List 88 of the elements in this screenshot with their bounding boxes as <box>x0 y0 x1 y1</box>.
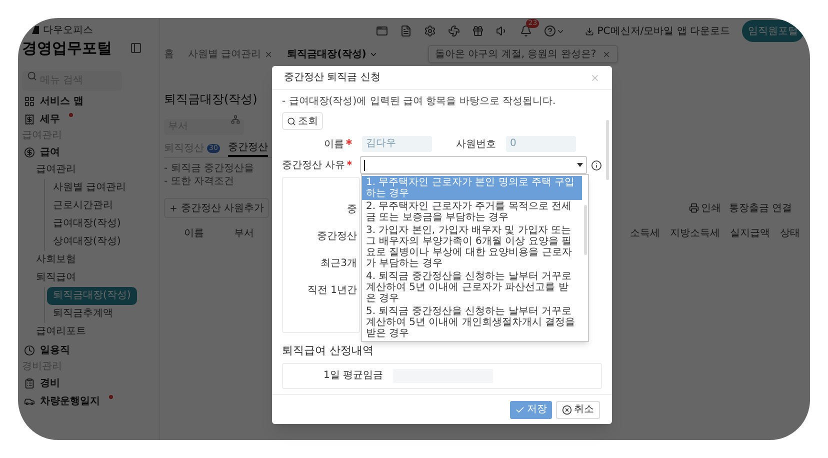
caret-down-icon <box>577 163 584 167</box>
sidebar-subitem[interactable]: 퇴직금대장(작성) <box>47 287 137 305</box>
download-icon <box>585 26 594 36</box>
dropdown-option[interactable]: 2. 무주택자인 근로자가 주거를 목적으로 전세금 또는 보증금을 부담하는 경우 <box>362 200 582 224</box>
notice-banner[interactable]: 돌아온 야구의 계절, 응원의 완성은? <box>428 45 618 63</box>
notice-text: - 퇴직금 중간정산을 <box>164 162 254 175</box>
sidebar-subitem[interactable]: 급여관리 <box>34 161 78 179</box>
field-label: 직전 1년간 <box>307 284 357 298</box>
section-title: 퇴직급여 산정내역 <box>282 343 374 359</box>
field-label: 1일 평균임금 <box>323 369 383 383</box>
print-button[interactable]: 인쇄 <box>688 200 721 216</box>
search-button[interactable]: 조회 <box>282 112 323 130</box>
help-icon[interactable] <box>544 25 556 37</box>
dropdown-option[interactable]: 5. 퇴직금 중간정산을 신청하는 날부터 거꾸로 계산하여 5년 이내에 개인회생절차개시 결정을 받은 경우 <box>362 305 582 340</box>
sidebar-item[interactable]: 서비스 맵 <box>22 92 84 110</box>
page-tab[interactable]: 퇴직금대장(작성) <box>287 46 378 62</box>
field-label: 이름 <box>324 138 344 152</box>
search-icon <box>287 116 296 126</box>
check-icon <box>515 404 525 414</box>
scrollbar[interactable] <box>584 205 587 255</box>
add-employee-button[interactable]: 중간정산 사원추가 <box>164 198 270 218</box>
dropdown-option[interactable]: 1. 무주택자인 근로자가 본인 명의로 주택 구입하는 경우 <box>362 176 582 200</box>
field-label: 최근3개 <box>320 257 357 271</box>
receipt-icon <box>24 114 35 124</box>
bell-icon[interactable] <box>520 25 532 37</box>
sidebar-subitem[interactable]: 퇴직금추계액 <box>47 305 119 323</box>
sidebar-item[interactable]: 경비 <box>22 374 60 392</box>
sidebar-item[interactable]: 일용직 <box>22 341 70 359</box>
clipboard-icon <box>24 378 35 388</box>
column-header: 실지급액 <box>730 226 770 240</box>
close-icon[interactable] <box>590 72 600 82</box>
brand-name: 다우오피스 <box>43 24 93 38</box>
cancel-button[interactable]: 취소 <box>556 400 600 418</box>
cancel-icon <box>562 404 572 414</box>
notice-text: - 또한 자격조건 <box>164 175 234 188</box>
sidebar-subitem[interactable]: 급여리포트 <box>34 323 88 341</box>
dialog-title: 중간정산 퇴직금 신청 <box>284 71 380 85</box>
clock-icon <box>24 344 35 356</box>
field-label: 중간정산 사유 <box>282 158 346 172</box>
dialog-note: - 급여대장(작성)에 입력된 급여 항목을 바탕으로 작성됩니다. <box>282 95 556 109</box>
grid-icon <box>24 96 35 106</box>
dropdown-option[interactable]: 4. 퇴직금 중간정산을 신청하는 날부터 거꾸로 계산하여 5년 이내에 근로자가 파산선고를 받은 경우 <box>362 270 582 305</box>
column-header: 부서 <box>234 226 254 240</box>
sidebar-item[interactable]: 급여 <box>22 143 60 161</box>
dropdown-option[interactable]: 3. 가입자 본인, 가입자 배우자 및 가입자 또는 그 배우자의 부양가족이 6개월 이상 요양을 필요로 질병이나 부상에 대한 요양비용을 근로자가 부담하는 경우 <box>362 224 582 270</box>
page-tab[interactable]: 사원별 급여관리 <box>188 46 274 62</box>
sidebar-subitem[interactable]: 근로시간관리 <box>47 197 119 215</box>
sidebar-item[interactable]: 차량운행일지 <box>22 392 113 410</box>
scrollbar[interactable] <box>606 120 609 180</box>
search-icon <box>27 71 37 81</box>
plus-icon <box>169 204 178 212</box>
bank-link-button[interactable]: 통장출금 연결 <box>728 200 792 216</box>
column-header: 지방소득세 <box>670 226 720 240</box>
page-tab[interactable]: 홈 <box>164 46 174 62</box>
column-header: 상태 <box>780 226 800 240</box>
sidebar-subitem[interactable]: 퇴직급여 <box>34 269 78 287</box>
column-header: 이름 <box>184 226 204 240</box>
portal-title: 경영업무포털 <box>22 38 112 59</box>
sidebar-subitem[interactable]: 사원별 급여관리 <box>47 179 132 197</box>
sidebar-subitem[interactable]: 상여대장(작성) <box>47 233 127 251</box>
portal-button[interactable]: 임직원포털 <box>742 20 804 42</box>
sidebar-subitem[interactable]: 급여대장(작성) <box>47 215 127 233</box>
printer-icon <box>688 203 699 213</box>
save-button[interactable]: 저장 <box>510 400 552 418</box>
field-label: 사원번호 <box>456 138 496 152</box>
org-chart-icon[interactable] <box>231 115 240 124</box>
column-header: 소득세 <box>630 226 660 240</box>
field-label: 중 <box>347 203 357 217</box>
field-label: 중간정산 <box>317 230 357 244</box>
text-cursor <box>364 160 365 170</box>
readonly-field: 0 <box>506 136 576 152</box>
banner-text: 돌아온 야구의 계절, 응원의 완성은? <box>435 48 596 62</box>
sidebar-toggle-icon[interactable] <box>130 42 142 54</box>
dollar-icon <box>24 146 35 158</box>
settings-icon[interactable] <box>424 25 436 37</box>
content-tab[interactable]: 중간정산 <box>228 139 268 157</box>
page-title: 퇴직금대장(작성) <box>164 91 258 108</box>
gift-icon[interactable] <box>472 25 484 37</box>
readonly-field: 김다우 <box>362 136 432 152</box>
logo-icon <box>32 26 39 34</box>
fan-icon[interactable] <box>448 25 460 37</box>
info-icon[interactable] <box>591 160 602 170</box>
sidebar-item[interactable]: 세무 <box>22 110 73 128</box>
close-icon[interactable] <box>264 50 274 58</box>
document-icon[interactable] <box>400 25 412 37</box>
sidebar-subitem[interactable]: 사회보험 <box>34 251 78 269</box>
close-icon[interactable] <box>602 50 612 58</box>
download-link[interactable]: PC메신저/모바일 앱 다운로드 <box>585 24 730 38</box>
